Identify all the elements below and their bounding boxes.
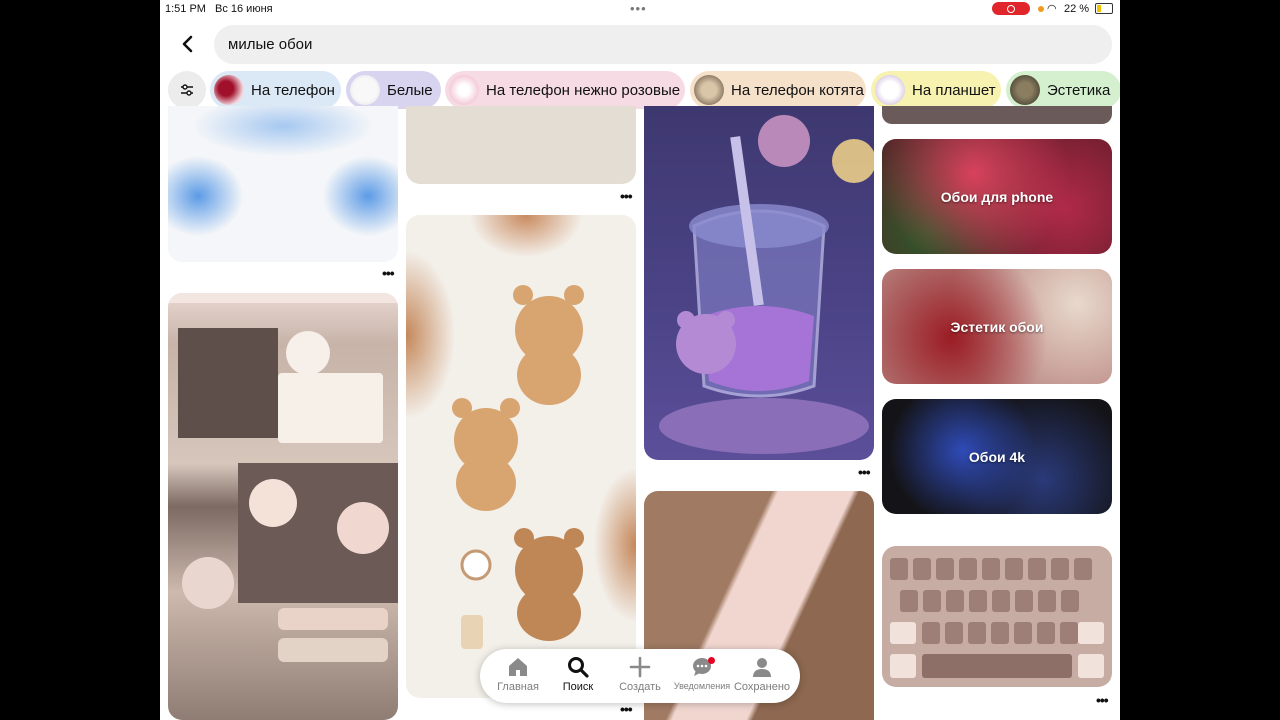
pin-image[interactable] bbox=[644, 106, 874, 460]
status-bar: 1:51 PM Вс 16 июня ••• ◠ 22 % bbox=[160, 0, 1120, 18]
chip-thumbnail bbox=[350, 75, 380, 105]
pin-image[interactable] bbox=[168, 106, 398, 262]
3d-bears-illustration bbox=[452, 285, 584, 649]
pin-image[interactable] bbox=[406, 106, 636, 184]
battery-percent: 22 % bbox=[1064, 3, 1090, 15]
chip-aesthetic[interactable]: Эстетика bbox=[1006, 71, 1120, 109]
chip-label: На телефон нежно розовые bbox=[486, 82, 681, 99]
nav-saved[interactable]: Сохранено bbox=[732, 653, 792, 693]
multitask-dots-icon[interactable]: ••• bbox=[630, 1, 647, 16]
filter-chips-row: На телефон Белые На телефон нежно розовы… bbox=[168, 71, 1120, 109]
mic-indicator-icon bbox=[1038, 6, 1044, 12]
chip-thumbnail bbox=[694, 75, 724, 105]
back-button[interactable] bbox=[178, 34, 198, 54]
wifi-icon: ◠ bbox=[1047, 3, 1057, 15]
board-phone-wallpapers[interactable]: Обои для phone bbox=[882, 139, 1112, 254]
chip-thumbnail bbox=[214, 75, 244, 105]
chevron-left-icon bbox=[182, 35, 193, 53]
nav-label: Поиск bbox=[562, 681, 594, 693]
board-aesthetic-wallpapers[interactable]: Эстетик обои bbox=[882, 269, 1112, 384]
nav-label: Сохранено bbox=[733, 681, 791, 693]
sliders-icon bbox=[181, 84, 193, 96]
pin-more-button[interactable]: ••• bbox=[620, 701, 633, 717]
status-date: Вс 16 июня bbox=[215, 3, 273, 15]
chip-label: Белые bbox=[387, 82, 433, 99]
chip-thumbnail bbox=[1010, 75, 1040, 105]
pin-more-button[interactable]: ••• bbox=[858, 464, 871, 480]
plus-icon bbox=[610, 653, 670, 679]
pin-more-button[interactable]: ••• bbox=[1096, 692, 1109, 708]
screen-record-icon bbox=[992, 2, 1030, 15]
chip-thumbnail bbox=[875, 75, 905, 105]
pinterest-screen: 1:51 PM Вс 16 июня ••• ◠ 22 % милые обои… bbox=[160, 0, 1120, 720]
chip-tablet[interactable]: На планшет bbox=[871, 71, 1001, 109]
pin-image[interactable] bbox=[406, 215, 636, 698]
board-title: Обои для phone bbox=[940, 188, 1054, 205]
bubble-tea-bears-illustration bbox=[659, 115, 874, 454]
pin-image[interactable] bbox=[168, 293, 398, 720]
search-input[interactable]: милые обои bbox=[214, 25, 1112, 64]
filter-button[interactable] bbox=[168, 71, 206, 109]
profile-icon bbox=[732, 653, 792, 679]
nav-label: Главная bbox=[497, 681, 539, 693]
nav-notifications[interactable]: Уведомления bbox=[672, 653, 732, 691]
pin-image[interactable] bbox=[882, 546, 1112, 687]
pin-more-button[interactable]: ••• bbox=[382, 265, 395, 281]
nav-create[interactable]: Создать bbox=[610, 653, 670, 693]
chip-label: На телефон котята bbox=[731, 82, 864, 99]
bottom-nav: Главная Поиск Создать Уведомления Сохран… bbox=[480, 649, 800, 703]
status-time: 1:51 PM bbox=[165, 3, 206, 15]
nav-label: Создать bbox=[619, 681, 661, 693]
chip-label: На телефон bbox=[251, 82, 335, 99]
pin-more-button[interactable]: ••• bbox=[620, 188, 633, 204]
chat-bubble-icon bbox=[672, 653, 732, 679]
cute-bears-illustration bbox=[168, 293, 398, 662]
nav-label: Уведомления bbox=[673, 681, 731, 691]
search-icon bbox=[548, 653, 608, 679]
chip-phone[interactable]: На телефон bbox=[210, 71, 341, 109]
home-icon bbox=[488, 653, 548, 679]
search-query: милые обои bbox=[228, 36, 313, 53]
board-title: Эстетик обои bbox=[950, 318, 1044, 335]
chip-white[interactable]: Белые bbox=[346, 71, 441, 109]
notification-badge bbox=[708, 657, 715, 664]
chip-kittens[interactable]: На телефон котята bbox=[690, 71, 866, 109]
battery-icon bbox=[1095, 3, 1113, 14]
chip-label: Эстетика bbox=[1047, 82, 1111, 99]
board-4k-wallpapers[interactable]: Обои 4k bbox=[882, 399, 1112, 514]
chip-thumbnail bbox=[449, 75, 479, 105]
pin-image[interactable] bbox=[882, 106, 1112, 124]
keyboard-wallpaper-illustration bbox=[890, 558, 1104, 678]
nav-home[interactable]: Главная bbox=[488, 653, 548, 693]
nav-search[interactable]: Поиск bbox=[548, 653, 608, 693]
chip-pink[interactable]: На телефон нежно розовые bbox=[445, 71, 685, 109]
board-title: Обои 4k bbox=[968, 448, 1026, 465]
chip-label: На планшет bbox=[912, 82, 996, 99]
